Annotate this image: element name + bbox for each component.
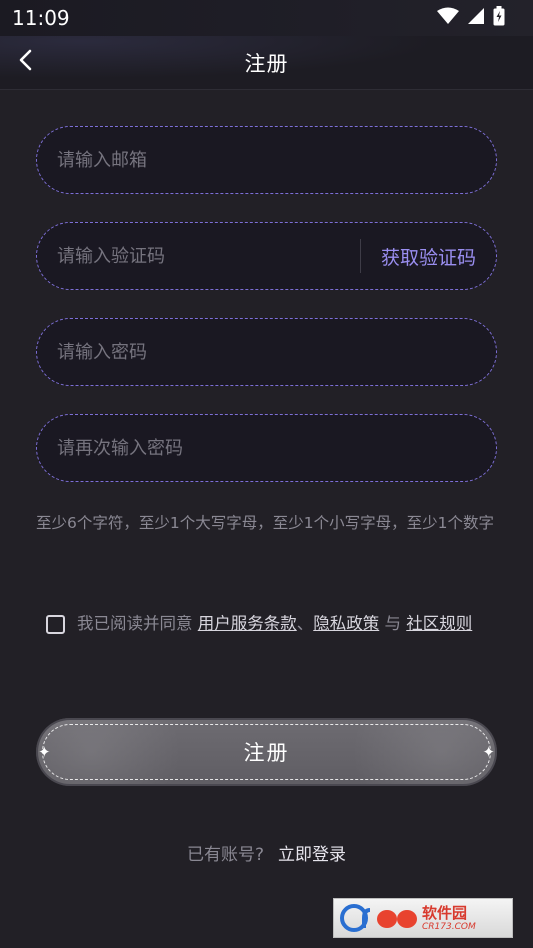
code-divider [359, 239, 361, 273]
agreement-separator-2: 与 [379, 614, 407, 633]
status-icons [437, 6, 505, 30]
watermark-emblem-icon [340, 902, 418, 934]
watermark-logo: 软件园 CR173.COM [333, 898, 513, 938]
agreement-text: 我已阅读并同意 用户服务条款、隐私政策 与 社区规则 [77, 610, 472, 637]
sparkle-right-icon: ✦ [482, 743, 495, 761]
status-bar: 11:09 [0, 0, 533, 36]
email-field-container [36, 126, 497, 194]
page-title: 注册 [244, 52, 289, 76]
password-hint: 至少6个字符，至少1个大写字母，至少1个小写字母，至少1个数字 [36, 514, 494, 532]
terms-link[interactable]: 用户服务条款 [198, 614, 297, 633]
agreement-checkbox[interactable] [46, 615, 65, 634]
agreement-separator-1: 、 [296, 614, 314, 633]
app-header: 注册 [0, 36, 533, 90]
login-prompt: 已有账号? 立即登录 [0, 840, 533, 865]
agreement-prefix: 我已阅读并同意 [77, 614, 198, 633]
login-prompt-text: 已有账号? [186, 845, 265, 865]
status-time: 11:09 [12, 6, 70, 30]
community-rules-link[interactable]: 社区规则 [406, 614, 472, 633]
password-input[interactable] [57, 319, 496, 385]
login-link[interactable]: 立即登录 [278, 845, 346, 865]
code-field-container: 获取验证码 [36, 222, 497, 290]
confirm-password-field-container [36, 414, 497, 482]
email-input[interactable] [57, 127, 496, 193]
sparkle-left-icon: ✦ [38, 743, 51, 761]
watermark-brand: 软件园 [422, 903, 468, 922]
get-code-button[interactable]: 获取验证码 [381, 243, 476, 270]
register-button[interactable]: ✦ 注册 ✦ [36, 718, 497, 786]
agreement-row: 我已阅读并同意 用户服务条款、隐私政策 与 社区规则 [46, 610, 496, 637]
watermark-domain: CR173.COM [422, 921, 476, 932]
wifi-icon [437, 7, 459, 29]
battery-icon [493, 6, 505, 30]
password-field-container [36, 318, 497, 386]
verification-code-input[interactable] [57, 223, 360, 289]
privacy-link[interactable]: 隐私政策 [313, 614, 379, 633]
register-button-label: 注册 [243, 741, 290, 765]
confirm-password-input[interactable] [57, 415, 496, 481]
signal-icon [467, 7, 485, 29]
